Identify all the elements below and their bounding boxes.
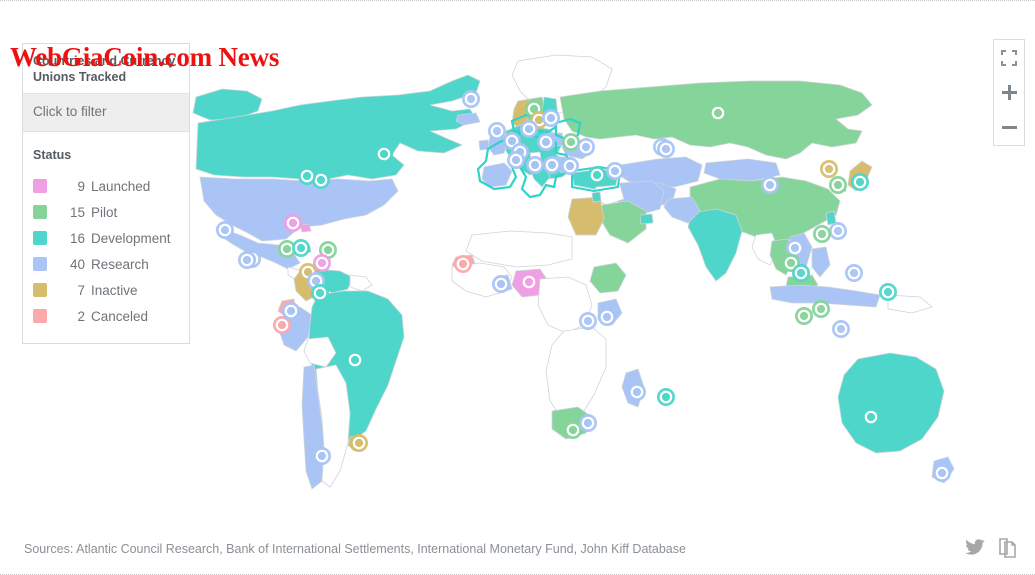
legend-item-canceled[interactable]: 2 Canceled	[33, 303, 179, 329]
copy-embed-button[interactable]	[999, 538, 1017, 558]
region-philippines	[811, 246, 831, 278]
legend-label: Launched	[91, 178, 151, 194]
legend-swatch-development	[33, 231, 47, 245]
legend-item-launched[interactable]: 9 Launched	[33, 173, 179, 199]
zoom-in-button[interactable]	[994, 75, 1024, 110]
legend-label: Inactive	[91, 282, 138, 298]
region-south-africa	[551, 406, 593, 440]
region-eastern-caribbean	[323, 246, 335, 255]
zoom-out-button[interactable]	[994, 110, 1024, 145]
region-uae	[639, 213, 654, 225]
region-papua	[887, 294, 933, 314]
legend-swatch-canceled	[33, 309, 47, 323]
footer-icons[interactable]	[965, 538, 1017, 558]
filter-band[interactable]: Click to filter	[23, 93, 189, 132]
legend-count: 15	[69, 204, 85, 220]
legend-label: Canceled	[91, 308, 149, 324]
region-israel	[591, 191, 602, 203]
region-southern-africa	[545, 326, 607, 420]
region-bahamas	[299, 223, 312, 233]
region-iberia	[481, 162, 513, 188]
map-controls[interactable]	[993, 39, 1025, 146]
legend-item-research[interactable]: 40 Research	[33, 251, 179, 277]
legend-count: 9	[77, 178, 85, 194]
legend-count: 16	[69, 230, 85, 246]
filter-hint-label: Click to filter	[33, 104, 107, 119]
region-sahara	[465, 230, 573, 268]
sources-text: Sources: Atlantic Council Research, Bank…	[24, 542, 686, 556]
legend-count: 7	[77, 282, 85, 298]
legend-count: 2	[77, 308, 85, 324]
region-indonesia	[769, 284, 881, 308]
panel-title: Countries and Currency Unions Tracked	[33, 54, 176, 84]
legend-swatch-launched	[33, 179, 47, 193]
region-guyanas	[349, 274, 373, 292]
region-norway	[511, 98, 531, 130]
region-india	[687, 208, 743, 282]
legend-item-pilot[interactable]: 15 Pilot	[33, 199, 179, 225]
legend-swatch-inactive	[33, 283, 47, 297]
region-japan	[847, 160, 873, 192]
twitter-icon	[965, 539, 985, 555]
region-kenya	[597, 298, 623, 326]
fullscreen-button[interactable]	[994, 40, 1024, 75]
region-madagascar	[621, 368, 645, 408]
region-south-korea	[833, 178, 847, 194]
footer: Sources: Atlantic Council Research, Bank…	[0, 528, 1035, 574]
region-mongolia	[703, 158, 781, 182]
legend-swatch-pilot	[33, 205, 47, 219]
status-legend[interactable]: Status 9 Launched 15 Pilot 16 Development 40 Re…	[23, 132, 189, 343]
twitter-share-button[interactable]	[965, 539, 985, 557]
legend-label: Development	[91, 230, 171, 246]
region-jamaica	[287, 246, 299, 255]
region-new-zealand	[931, 456, 955, 484]
region-taiwan	[825, 210, 837, 226]
region-uruguay	[347, 434, 367, 452]
region-saudi-arabia	[599, 200, 647, 244]
legend-rows[interactable]: 9 Launched 15 Pilot 16 Development 40 Research 7…	[33, 173, 179, 329]
region-vietnam	[789, 232, 813, 274]
legend-label: Pilot	[91, 204, 118, 220]
region-mauritius	[661, 391, 672, 403]
region-iceland	[455, 112, 481, 126]
region-ethiopia	[589, 262, 627, 294]
region-central-africa	[537, 276, 593, 334]
copy-icon	[999, 538, 1016, 558]
legend-item-inactive[interactable]: 7 Inactive	[33, 277, 179, 303]
legend-label: Research	[91, 256, 149, 272]
filter-panel[interactable]: Countries and Currency Unions Tracked Cl…	[22, 43, 190, 344]
legend-count: 40	[69, 256, 85, 272]
cbdc-tracker-widget: .land { stroke:#cfd4d9; stroke-width:0.8…	[0, 0, 1035, 575]
minus-icon	[1001, 126, 1017, 129]
region-australia	[837, 352, 945, 454]
region-egypt	[567, 196, 605, 236]
fullscreen-icon	[1001, 49, 1017, 66]
region-haiti	[299, 245, 312, 254]
plus-icon	[1001, 85, 1017, 100]
region-russia	[559, 80, 873, 160]
legend-swatch-research	[33, 257, 47, 271]
region-switzerland	[529, 151, 542, 161]
legend-title: Status	[33, 148, 72, 162]
legend-item-development[interactable]: 16 Development	[33, 225, 179, 251]
